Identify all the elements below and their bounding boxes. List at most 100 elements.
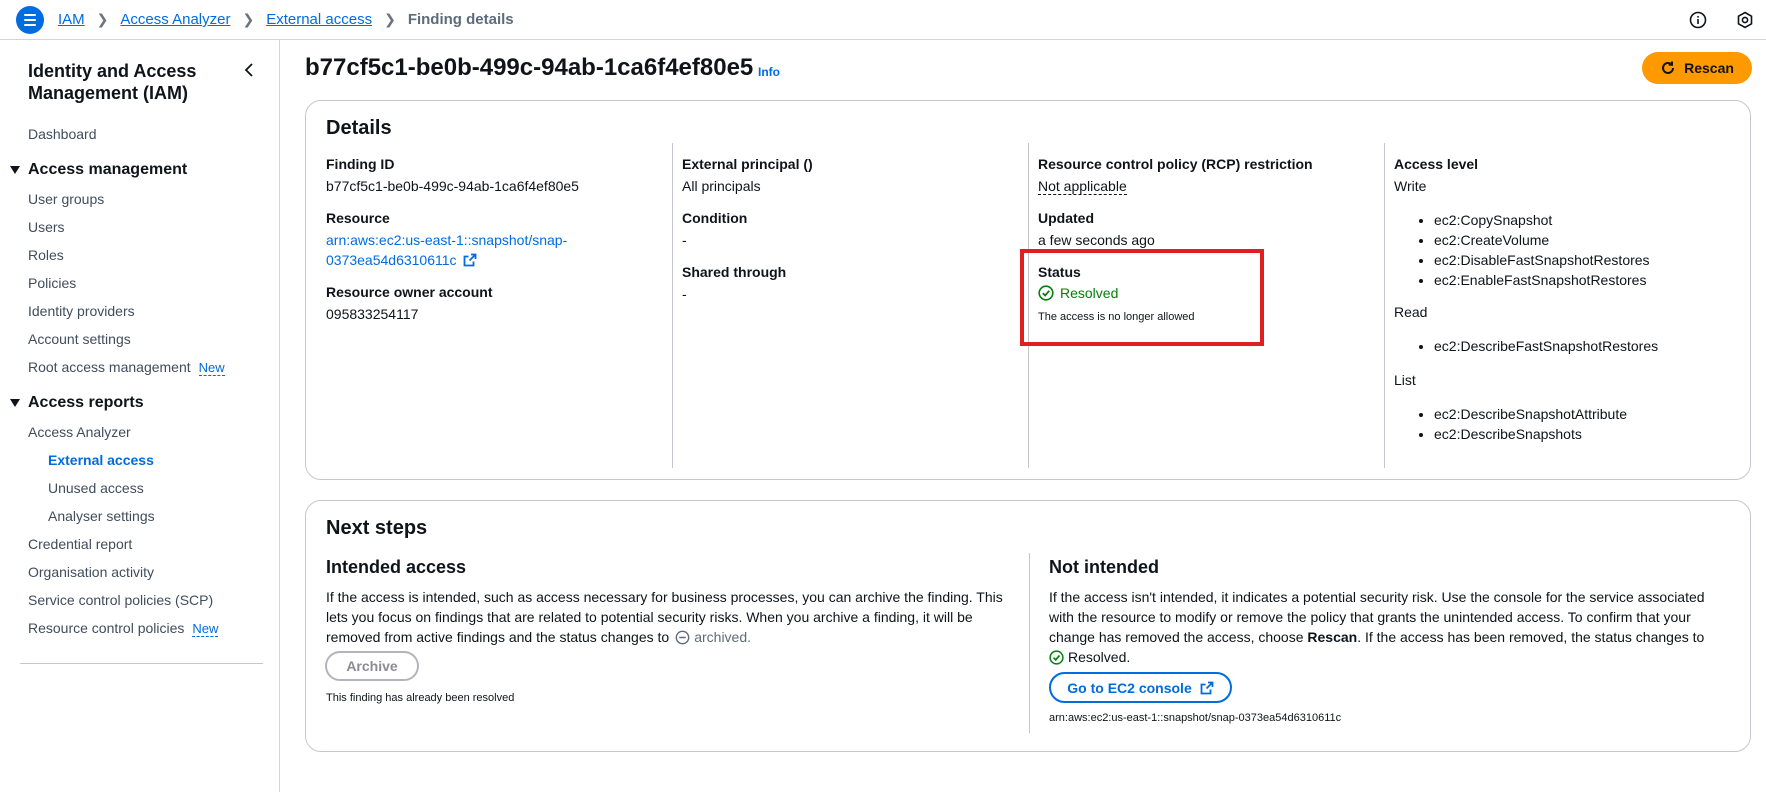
settings-hexagon-icon[interactable] <box>1736 11 1754 29</box>
read-permissions-list: ec2:DescribeFastSnapshotRestores <box>1414 336 1658 356</box>
page-title: b77cf5c1-be0b-499c-94ab-1ca6f4ef80e5 <box>305 54 754 81</box>
access-level-label: Access level <box>1394 156 1479 172</box>
new-badge[interactable]: New <box>192 621 219 637</box>
sidebar-item-policies[interactable]: Policies <box>28 275 76 291</box>
shared-through-value: - <box>682 286 687 302</box>
info-link[interactable]: Info <box>758 65 780 79</box>
updated-value: a few seconds ago <box>1038 232 1155 248</box>
resource-link[interactable]: arn:aws:ec2:us-east-1::snapshot/snap- <box>326 232 567 248</box>
not-intended-paragraph-line: with the resource to modify or remove th… <box>1049 609 1691 625</box>
sidebar-item-credential-report[interactable]: Credential report <box>28 536 132 552</box>
rcp-restriction-value[interactable]: Not applicable <box>1038 178 1127 195</box>
list-item: ec2:DescribeSnapshots <box>1434 424 1627 444</box>
not-intended-title: Not intended <box>1049 557 1159 577</box>
sidebar-item-user-groups[interactable]: User groups <box>28 191 104 207</box>
column-divider <box>672 143 673 468</box>
caret-down-icon <box>10 166 20 174</box>
list-item: ec2:DisableFastSnapshotRestores <box>1434 250 1650 270</box>
intended-paragraph-line: If the access is intended, such as acces… <box>326 589 1003 605</box>
chevron-right-icon: ❯ <box>384 11 396 27</box>
sidebar: Identity and Access Management (IAM) Das… <box>0 40 280 792</box>
external-principal-value: All principals <box>682 178 761 194</box>
resource-link-continued[interactable]: 0373ea54d6310611c <box>326 252 477 268</box>
ec2-button-label: Go to EC2 console <box>1067 679 1192 696</box>
column-divider <box>1029 553 1030 733</box>
sidebar-item-root-access[interactable]: Root access management New <box>28 359 225 376</box>
rcp-restriction-label: Resource control policy (RCP) restrictio… <box>1038 156 1313 172</box>
not-intended-paragraph-line: If the access isn't intended, it indicat… <box>1049 589 1705 605</box>
external-link-icon <box>1200 681 1214 694</box>
owner-account-value: 095833254117 <box>326 306 419 322</box>
sidebar-section-access-reports[interactable]: Access reports <box>10 394 144 412</box>
list-permissions-list: ec2:DescribeSnapshotAttribute ec2:Descri… <box>1414 404 1627 444</box>
finding-id-value: b77cf5c1-be0b-499c-94ab-1ca6f4ef80e5 <box>326 178 579 194</box>
sidebar-item-scp[interactable]: Service control policies (SCP) <box>28 592 213 608</box>
breadcrumb-current: Finding details <box>407 11 514 28</box>
menu-icon[interactable] <box>16 6 44 34</box>
rescan-label: Rescan <box>1684 60 1734 76</box>
sidebar-item-unused-access[interactable]: Unused access <box>48 480 144 496</box>
sidebar-item-external-access[interactable]: External access <box>48 452 154 468</box>
caret-down-icon <box>10 399 20 407</box>
list-item: ec2:EnableFastSnapshotRestores <box>1434 270 1650 290</box>
sidebar-item-roles[interactable]: Roles <box>28 247 64 263</box>
sidebar-item-rcp[interactable]: Resource control policies New <box>28 620 219 637</box>
sidebar-item-organisation-activity[interactable]: Organisation activity <box>28 564 154 580</box>
breadcrumb-iam[interactable]: IAM <box>58 11 85 28</box>
list-item: ec2:DescribeFastSnapshotRestores <box>1434 336 1658 356</box>
sidebar-title: Identity and Access Management (IAM) <box>28 61 197 103</box>
sidebar-item-label: Resource control policies <box>28 620 185 636</box>
owner-account-label: Resource owner account <box>326 284 493 300</box>
sidebar-section-label: Access management <box>28 161 188 178</box>
column-divider <box>1384 143 1385 468</box>
sidebar-item-identity-providers[interactable]: Identity providers <box>28 303 135 319</box>
list-label: List <box>1394 372 1416 388</box>
sidebar-divider <box>20 663 263 664</box>
rescan-button[interactable]: Rescan <box>1642 52 1752 84</box>
sidebar-item-account-settings[interactable]: Account settings <box>28 331 131 347</box>
check-circle-icon <box>1049 649 1064 665</box>
list-item: ec2:DescribeSnapshotAttribute <box>1434 404 1627 424</box>
condition-value: - <box>682 232 687 248</box>
top-bar: IAM ❯ Access Analyzer ❯ External access … <box>0 0 1766 40</box>
write-label: Write <box>1394 178 1427 194</box>
breadcrumb-external-access[interactable]: External access <box>266 11 372 28</box>
write-permissions-list: ec2:CopySnapshot ec2:CreateVolume ec2:Di… <box>1414 210 1650 290</box>
info-circle-icon[interactable] <box>1689 11 1707 29</box>
external-principal-label: External principal () <box>682 156 813 172</box>
sidebar-item-dashboard[interactable]: Dashboard <box>28 126 97 142</box>
chevron-right-icon: ❯ <box>242 11 255 27</box>
sidebar-section-label: Access reports <box>28 394 144 411</box>
sidebar-section-access-management[interactable]: Access management <box>10 161 187 179</box>
not-intended-text: . If the access has been removed, the st… <box>1357 629 1705 645</box>
chevron-left-icon[interactable] <box>242 62 256 78</box>
not-intended-text: change has removed the access, choose <box>1049 629 1304 645</box>
list-item: ec2:CreateVolume <box>1434 230 1650 250</box>
sidebar-item-analyser-settings[interactable]: Analyser settings <box>48 508 155 524</box>
rescan-emphasis: Rescan <box>1307 629 1358 645</box>
shared-through-label: Shared through <box>682 264 787 280</box>
resource-label: Resource <box>326 210 390 226</box>
new-badge[interactable]: New <box>198 360 225 376</box>
archive-button[interactable]: Archive <box>325 651 419 681</box>
updated-label: Updated <box>1038 210 1094 226</box>
intended-access-title: Intended access <box>326 557 467 577</box>
breadcrumb: IAM ❯ Access Analyzer ❯ External access … <box>58 11 514 28</box>
resolved-text: Resolved. <box>1068 649 1131 665</box>
sidebar-item-users[interactable]: Users <box>28 219 65 235</box>
rcp-restriction-text: Not applicable <box>1038 178 1127 195</box>
go-to-ec2-console-button[interactable]: Go to EC2 console <box>1049 672 1232 703</box>
archive-note: This finding has already been resolved <box>326 692 515 704</box>
sidebar-item-label: Root access management <box>28 359 191 375</box>
minus-circle-icon <box>675 630 690 644</box>
condition-label: Condition <box>682 210 748 226</box>
details-title: Details <box>326 117 392 139</box>
archived-status-text: archived. <box>694 629 752 645</box>
intended-text: removed from active findings and the sta… <box>326 629 670 645</box>
resolved-status: Resolved. <box>1049 647 1130 667</box>
breadcrumb-access-analyzer[interactable]: Access Analyzer <box>120 11 230 28</box>
intended-paragraph-line: removed from active findings and the sta… <box>326 627 751 647</box>
list-item: ec2:CopySnapshot <box>1434 210 1650 230</box>
sidebar-item-access-analyzer[interactable]: Access Analyzer <box>28 424 131 440</box>
status-highlight-box <box>1020 249 1264 346</box>
